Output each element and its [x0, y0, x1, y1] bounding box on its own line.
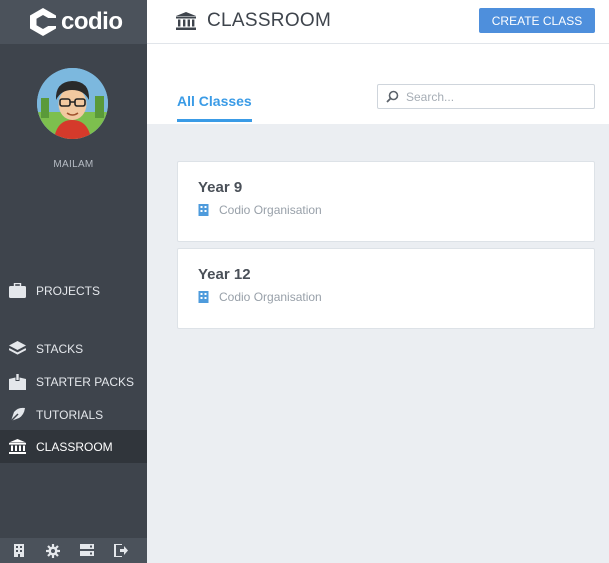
building-icon	[198, 204, 210, 216]
bank-icon	[176, 10, 198, 32]
organisation-name: Codio Organisation	[219, 290, 322, 304]
avatar[interactable]	[37, 68, 108, 139]
building-icon[interactable]	[12, 544, 26, 558]
class-organisation: Codio Organisation	[198, 203, 322, 217]
bank-icon	[8, 438, 26, 456]
sidebar-item-projects[interactable]: PROJECTS	[0, 274, 147, 307]
class-card-year-12[interactable]: Year 12 Codio Organisation	[177, 248, 595, 329]
server-icon[interactable]	[80, 544, 94, 558]
brand-name: codio	[61, 8, 123, 35]
page-header: CLASSROOM CREATE CLASS	[147, 0, 609, 44]
tabs-bar: All Classes	[147, 44, 609, 124]
gear-icon[interactable]	[46, 543, 60, 558]
sidebar-footer	[0, 538, 147, 563]
avatar-image	[37, 68, 108, 139]
box-icon	[8, 373, 26, 391]
sidebar: codio MAILAM PROJECTS STACKS STARTER PAC…	[0, 0, 147, 563]
page-title: CLASSROOM	[207, 10, 332, 31]
sidebar-item-label: STARTER PACKS	[36, 374, 135, 389]
sidebar-item-classroom[interactable]: CLASSROOM	[0, 430, 147, 463]
page-title-group: CLASSROOM	[176, 10, 331, 32]
sidebar-item-label: CLASSROOM	[36, 439, 113, 454]
class-name: Year 9	[198, 179, 243, 196]
briefcase-icon	[8, 282, 26, 300]
logo[interactable]: codio	[0, 0, 147, 44]
create-class-button[interactable]: CREATE CLASS	[479, 8, 595, 33]
username: MAILAM	[53, 159, 94, 170]
search-input[interactable]	[406, 89, 586, 104]
tutorial-icon	[8, 406, 26, 424]
search-box[interactable]	[377, 84, 595, 109]
class-organisation: Codio Organisation	[198, 290, 322, 304]
search-icon	[386, 90, 400, 104]
tab-all-classes[interactable]: All Classes	[177, 93, 252, 122]
layers-icon	[8, 340, 26, 358]
building-icon	[198, 291, 210, 303]
sidebar-item-label: PROJECTS	[36, 283, 101, 298]
sidebar-item-stacks[interactable]: STACKS	[0, 332, 147, 365]
organisation-name: Codio Organisation	[219, 203, 322, 217]
sidebar-item-tutorials[interactable]: TUTORIALS	[0, 398, 147, 431]
sidebar-item-label: STACKS	[36, 341, 84, 356]
sidebar-item-starter-packs[interactable]: STARTER PACKS	[0, 365, 147, 398]
class-name: Year 12	[198, 266, 251, 283]
codio-logo-icon	[30, 8, 57, 36]
logout-icon[interactable]	[114, 544, 128, 558]
sidebar-item-label: TUTORIALS	[36, 407, 104, 422]
class-card-year-9[interactable]: Year 9 Codio Organisation	[177, 161, 595, 242]
